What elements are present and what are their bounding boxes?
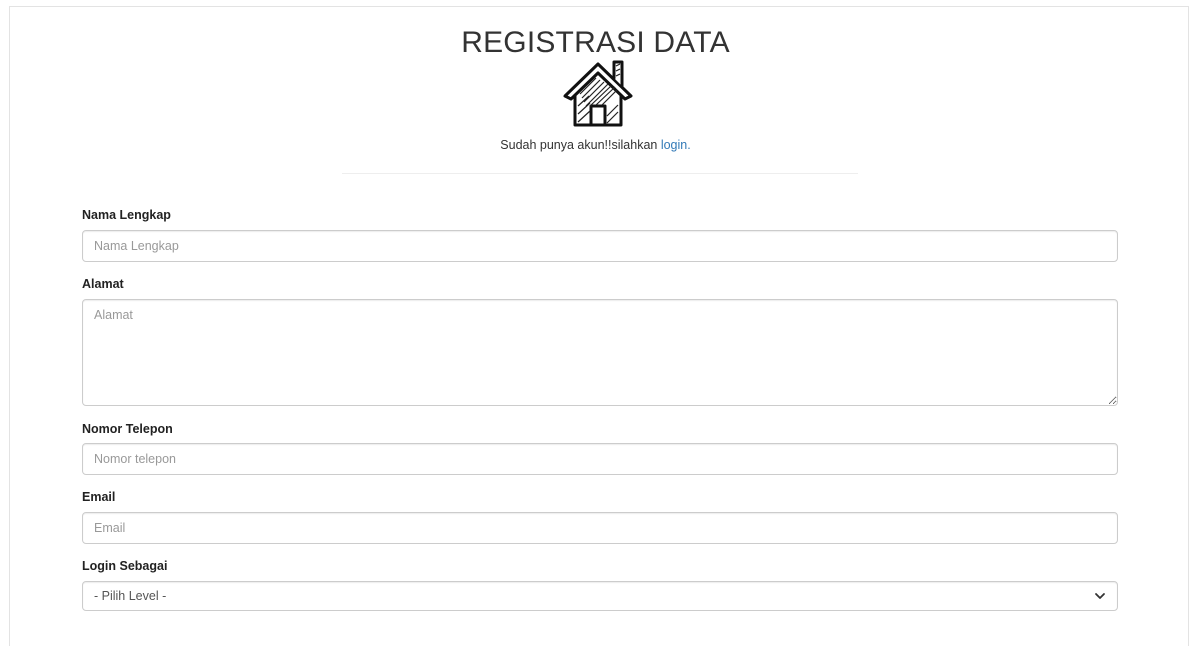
level-select[interactable]: - Pilih Level -: [82, 581, 1118, 611]
email-input[interactable]: [82, 512, 1118, 544]
telepon-label: Nomor Telepon: [82, 422, 173, 436]
nama-label: Nama Lengkap: [82, 208, 171, 222]
login-prompt-text: Sudah punya akun!!silahkan: [500, 138, 658, 152]
level-selected-value: - Pilih Level -: [94, 589, 167, 603]
telepon-input[interactable]: [82, 443, 1118, 475]
page-title: REGISTRASI DATA: [461, 26, 730, 59]
level-label: Login Sebagai: [82, 559, 168, 573]
login-link[interactable]: login.: [661, 138, 691, 152]
divider: [342, 173, 858, 174]
email-label: Email: [82, 490, 116, 504]
alamat-label: Alamat: [82, 277, 124, 291]
login-prompt: Sudah punya akun!!silahkan login.: [0, 138, 1191, 152]
nama-input[interactable]: [82, 230, 1118, 262]
chevron-down-icon: [1095, 593, 1105, 599]
alamat-textarea[interactable]: [82, 299, 1118, 406]
house-icon: [563, 60, 633, 127]
